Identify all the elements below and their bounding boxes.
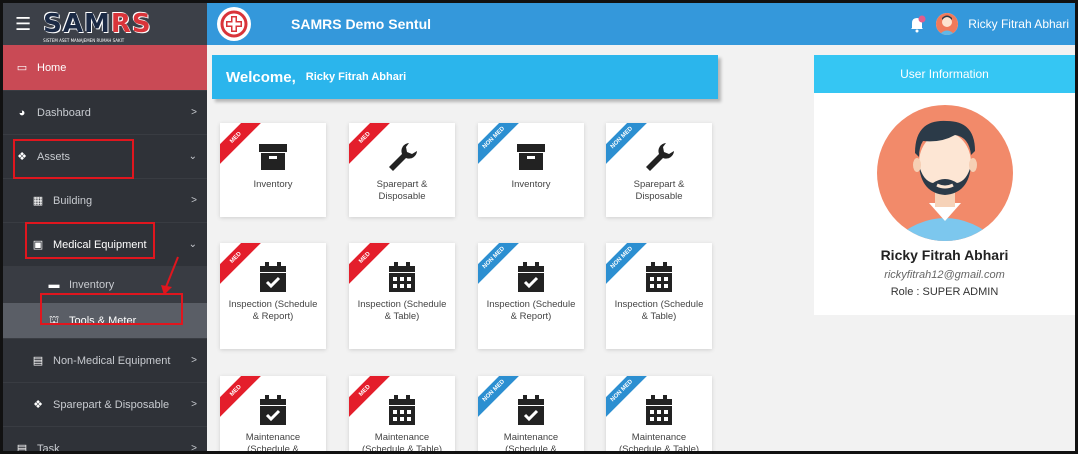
user-info-name: Ricky Fitrah Abhari <box>880 247 1009 263</box>
laptop-icon: ▭ <box>16 62 28 74</box>
tile-label: Maintenance (Schedule & <box>503 432 559 454</box>
sidebar-item-label: Dashboard <box>37 106 91 119</box>
sidebar-item-label: Assets <box>37 150 71 163</box>
tile-med-inventory[interactable]: MED Inventory <box>220 123 326 217</box>
welcome-greeting: Welcome, <box>226 68 296 86</box>
tile-med-maintenance-report[interactable]: MED Maintenance (Schedule & <box>220 376 326 454</box>
hamburger-menu-icon[interactable]: ☰ <box>15 14 31 35</box>
tile-label: Inventory <box>253 179 293 190</box>
header-user-name[interactable]: Ricky Fitrah Abhari <box>968 17 1069 31</box>
chevron-right-icon: > <box>191 195 197 206</box>
tile-nonmed-sparepart[interactable]: NON MED Sparepart & Disposable <box>606 123 712 217</box>
sidebar-item-label: Inventory <box>69 278 115 291</box>
bell-icon[interactable] <box>908 15 926 33</box>
sidebar-item-building[interactable]: ▦ Building > <box>3 179 207 223</box>
medkit-icon: ▣ <box>32 239 44 251</box>
user-avatar-icon[interactable] <box>936 13 959 35</box>
chevron-right-icon: > <box>191 355 197 366</box>
tile-label: Inspection (Schedule & Report) <box>228 299 318 322</box>
tile-label: Inspection (Schedule & Report) <box>486 299 576 322</box>
tile-label: Inventory <box>511 179 551 190</box>
tile-label: Inspection (Schedule & Table) <box>357 299 447 322</box>
chevron-right-icon: > <box>191 107 197 118</box>
building-icon: ▦ <box>32 195 44 207</box>
sidebar-item-label: Medical Equipment <box>53 238 147 251</box>
clipboard-icon: ▤ <box>32 355 44 367</box>
tile-label: Sparepart & Disposable <box>633 179 685 202</box>
user-info-header: User Information <box>814 55 1075 93</box>
palette-icon: ◕ <box>18 106 26 119</box>
toolbox-icon: ⛫ <box>48 313 60 326</box>
tile-med-inspection-table[interactable]: MED Inspection (Schedule & Table) <box>349 243 455 349</box>
tile-label: Sparepart & Disposable <box>376 179 428 202</box>
tile-label: Maintenance (Schedule & <box>245 432 301 454</box>
sidebar-item-assets[interactable]: ❖ Assets ⌄ <box>3 135 207 179</box>
tile-nonmed-maintenance-report[interactable]: NON MED Maintenance (Schedule & <box>478 376 584 454</box>
tile-nonmed-maintenance-table[interactable]: NON MED Maintenance (Schedule & Table) <box>606 376 712 454</box>
app-title: SAMRS Demo Sentul <box>291 16 432 32</box>
welcome-user-name: Ricky Fitrah Abhari <box>305 71 407 83</box>
header-user-area: Ricky Fitrah Abhari <box>908 13 1069 35</box>
tile-nonmed-inspection-report[interactable]: NON MED Inspection (Schedule & Report) <box>478 243 584 349</box>
brand-bar: ☰ SAMRS SISTEM ASET MANAJEMEN RUMAH SAKIT <box>3 3 207 45</box>
tile-nonmed-inspection-table[interactable]: NON MED Inspection (Schedule & Table) <box>606 243 712 349</box>
tile-label: Maintenance (Schedule & Table) <box>361 432 443 454</box>
sidebar-item-task[interactable]: ▤ Task > <box>3 427 207 454</box>
tile-med-maintenance-table[interactable]: MED Maintenance (Schedule & Table) <box>349 376 455 454</box>
sidebar-item-sparepart-disposable[interactable]: ❖ Sparepart & Disposable > <box>3 383 207 427</box>
tile-med-sparepart[interactable]: MED Sparepart & Disposable <box>349 123 455 217</box>
sidebar-item-label: Building <box>53 194 93 207</box>
welcome-banner: Welcome, Ricky Fitrah Abhari <box>212 55 718 99</box>
sidebar: ☰ SAMRS SISTEM ASET MANAJEMEN RUMAH SAKIT… <box>3 3 207 454</box>
sidebar-item-label: Task <box>37 442 60 454</box>
sidebar-item-home[interactable]: ▭ Home <box>3 45 207 91</box>
chevron-right-icon: > <box>191 399 197 410</box>
cubes-icon: ❖ <box>17 151 27 163</box>
user-info-email: rickyfitrah12@gmail.com <box>884 269 1005 281</box>
sidebar-item-tools-meter[interactable]: ⛫ Tools & Meter <box>3 303 207 339</box>
sidebar-item-label: Tools & Meter <box>69 314 137 327</box>
chevron-down-icon: ⌄ <box>188 151 197 162</box>
hospital-logo-icon[interactable] <box>217 7 251 41</box>
sidebar-item-label: Non-Medical Equipment <box>53 354 171 367</box>
sidebar-item-label: Sparepart & Disposable <box>53 398 170 411</box>
sidebar-item-non-medical-equipment[interactable]: ▤ Non-Medical Equipment > <box>3 339 207 383</box>
user-info-role: Role : SUPER ADMIN <box>890 286 999 298</box>
clipboard-icon: ▤ <box>16 443 28 454</box>
top-header: SAMRS Demo Sentul Ricky Fitrah Abhari <box>207 3 1075 45</box>
tile-label: Inspection (Schedule & Table) <box>614 299 704 322</box>
archive-icon: ▬ <box>48 278 60 291</box>
sidebar-item-dashboard[interactable]: ◕ Dashboard > <box>3 91 207 135</box>
user-info-panel: Ricky Fitrah Abhari rickyfitrah12@gmail.… <box>814 93 1075 315</box>
chevron-down-icon: ⌄ <box>188 239 197 250</box>
chevron-right-icon: > <box>191 443 197 454</box>
tile-label: Maintenance (Schedule & Table) <box>618 432 700 454</box>
tile-med-inspection-report[interactable]: MED Inspection (Schedule & Report) <box>220 243 326 349</box>
sidebar-item-label: Home <box>37 61 67 74</box>
annotation-arrow <box>161 256 179 295</box>
samrs-logo[interactable]: SAMRS SISTEM ASET MANAJEMEN RUMAH SAKIT <box>43 9 151 43</box>
cubes-icon: ❖ <box>33 399 43 411</box>
tile-nonmed-inventory[interactable]: NON MED Inventory <box>478 123 584 217</box>
user-avatar-large-icon <box>871 103 1019 241</box>
